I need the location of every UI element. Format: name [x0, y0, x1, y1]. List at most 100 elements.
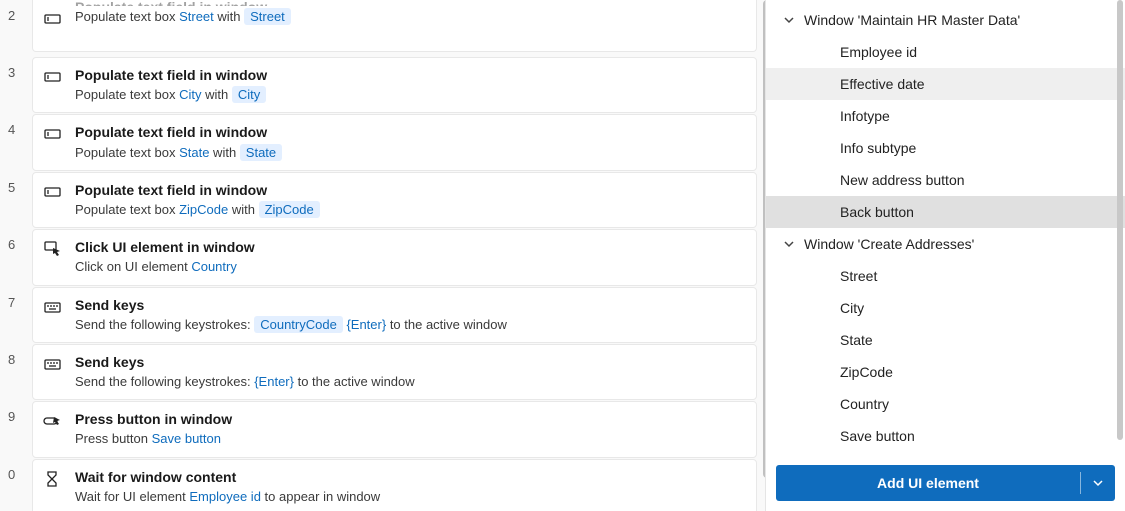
step-description: Populate text box State with State — [75, 144, 746, 162]
tree-item[interactable]: Infotype — [766, 100, 1125, 132]
tree-group[interactable]: Window 'Create Addresses' — [766, 228, 1125, 260]
step-description: Send the following keystrokes: CountryCo… — [75, 316, 746, 334]
chevron-down-icon[interactable] — [784, 239, 804, 249]
step-content: Click UI element in window Click on UI el… — [75, 238, 746, 276]
keyboard-icon — [43, 298, 61, 316]
step-card[interactable]: Press button in windowPress button Save … — [32, 401, 757, 457]
element-link[interactable]: City — [179, 87, 201, 102]
add-ui-element-button[interactable]: Add UI element — [776, 465, 1115, 501]
tree-item-label: City — [840, 300, 1113, 316]
step-content: Send keys Send the following keystrokes: … — [75, 296, 746, 334]
tree-item[interactable]: State — [766, 324, 1125, 356]
tree-item[interactable]: Country — [766, 388, 1125, 420]
step-description: Populate text box City with City — [75, 86, 746, 104]
chevron-down-icon[interactable] — [1081, 477, 1115, 489]
tree-group[interactable]: Window 'Maintain HR Master Data' — [766, 4, 1125, 36]
panel-footer: Add UI element — [766, 455, 1125, 511]
tree-item[interactable]: Back button — [766, 196, 1125, 228]
tree-item-label: Back button — [840, 204, 1113, 220]
step-card[interactable]: Populate text field in window Populate te… — [32, 57, 757, 113]
textbox-icon — [43, 68, 61, 86]
flow-step-row[interactable]: 6 Click UI element in window Click on UI e… — [8, 229, 757, 285]
button-icon — [43, 412, 61, 430]
element-link[interactable]: ZipCode — [179, 202, 228, 217]
element-link[interactable]: Save button — [152, 431, 221, 446]
keystroke-text: {Enter} — [254, 374, 294, 389]
step-card[interactable]: Populate text field in windowPopulate te… — [32, 172, 757, 228]
chevron-down-icon[interactable] — [784, 15, 804, 25]
step-description: Click on UI element Country — [75, 258, 746, 276]
variable-pill[interactable]: ZipCode — [259, 201, 320, 218]
step-number: 9 — [8, 401, 32, 424]
keyboard-icon — [43, 355, 61, 373]
side-scrollbar[interactable] — [1117, 0, 1123, 440]
tree-item-label: ZipCode — [840, 364, 1113, 380]
textbox-icon — [43, 10, 61, 28]
tree-item[interactable]: New address button — [766, 164, 1125, 196]
step-title: Send keys — [75, 353, 746, 371]
flow-step-row[interactable]: 4Populate text field in windowPopulate t… — [8, 114, 757, 170]
tree-item-label: Window 'Create Addresses' — [804, 236, 1113, 252]
flow-step-row[interactable]: 2Populate text field in windowPopulate t… — [8, 0, 757, 56]
flow-step-row[interactable]: 7 Send keys Send the following keystrokes:… — [8, 287, 757, 343]
step-card[interactable]: Populate text field in windowPopulate te… — [32, 0, 757, 52]
step-title: Click UI element in window — [75, 238, 746, 256]
tree-item[interactable]: Effective date — [766, 68, 1125, 100]
step-card[interactable]: Wait for window content Wait for UI eleme… — [32, 459, 757, 511]
flow-step-row[interactable]: 5 Populate text field in windowPopulate t… — [8, 172, 757, 228]
element-link[interactable]: Country — [191, 259, 237, 274]
variable-pill[interactable]: City — [232, 86, 266, 103]
step-number: 6 — [8, 229, 32, 252]
flow-step-row[interactable]: 3Populate text field in windowPopulate t… — [8, 57, 757, 113]
textbox-icon — [43, 183, 61, 201]
step-number: 8 — [8, 344, 32, 367]
tree-item-label: Street — [840, 268, 1113, 284]
tree-item-label: Window 'Maintain HR Master Data' — [804, 12, 1113, 28]
step-number: 7 — [8, 287, 32, 310]
step-number: 3 — [8, 57, 32, 80]
variable-pill[interactable]: State — [240, 144, 282, 161]
tree-item[interactable]: Employee id — [766, 36, 1125, 68]
step-card[interactable]: Populate text field in window Populate te… — [32, 114, 757, 170]
element-link[interactable]: State — [179, 145, 209, 160]
step-content: Populate text field in window Populate te… — [75, 123, 746, 161]
step-title: Wait for window content — [75, 468, 746, 486]
element-link[interactable]: Street — [179, 9, 214, 24]
tree-item-label: Country — [840, 396, 1113, 412]
step-title: Populate text field in window — [75, 66, 746, 84]
step-title: Send keys — [75, 296, 746, 314]
step-content: Populate text field in windowPopulate te… — [75, 8, 746, 26]
add-ui-element-label: Add UI element — [776, 475, 1080, 491]
flow-steps-panel: 2Populate text field in windowPopulate t… — [0, 0, 765, 511]
step-card[interactable]: Send keys Send the following keystrokes: … — [32, 287, 757, 343]
tree-item[interactable]: City — [766, 292, 1125, 324]
tree-item-label: Save button — [840, 428, 1113, 444]
step-description: Send the following keystrokes: {Enter} t… — [75, 373, 746, 391]
keystroke-text: {Enter} — [343, 317, 386, 332]
tree-item-label: Effective date — [840, 76, 1113, 92]
step-description: Wait for UI element Employee id to appea… — [75, 488, 746, 506]
step-card[interactable]: Send keys Send the following keystrokes: … — [32, 344, 757, 400]
variable-pill[interactable]: CountryCode — [254, 316, 343, 333]
flow-step-row[interactable]: 0Wait for window contentWait for UI elem… — [8, 459, 757, 511]
flow-step-row[interactable]: 8 Send keys Send the following keystrokes:… — [8, 344, 757, 400]
element-link[interactable]: Employee id — [189, 489, 261, 504]
tree-item[interactable]: Info subtype — [766, 132, 1125, 164]
step-title: Populate text field in window — [75, 181, 746, 199]
flow-step-row[interactable]: 9Press button in windowPress button Save… — [8, 401, 757, 457]
step-card[interactable]: Click UI element in window Click on UI el… — [32, 229, 757, 285]
ui-elements-tree: Window 'Maintain HR Master Data' Employee… — [766, 0, 1125, 455]
step-content: Send keys Send the following keystrokes: … — [75, 353, 746, 391]
tree-item[interactable]: ZipCode — [766, 356, 1125, 388]
variable-pill[interactable]: Street — [244, 8, 291, 25]
click-icon — [43, 240, 61, 258]
hourglass-icon — [43, 470, 61, 488]
step-title: Populate text field in window — [75, 123, 746, 141]
tree-item-label: New address button — [840, 172, 1113, 188]
step-number: 5 — [8, 172, 32, 195]
tree-item[interactable]: Street — [766, 260, 1125, 292]
tree-item-label: State — [840, 332, 1113, 348]
tree-item[interactable]: Save button — [766, 420, 1125, 452]
step-description: Populate text box Street with Street — [75, 8, 746, 26]
step-content: Populate text field in windowPopulate te… — [75, 181, 746, 219]
